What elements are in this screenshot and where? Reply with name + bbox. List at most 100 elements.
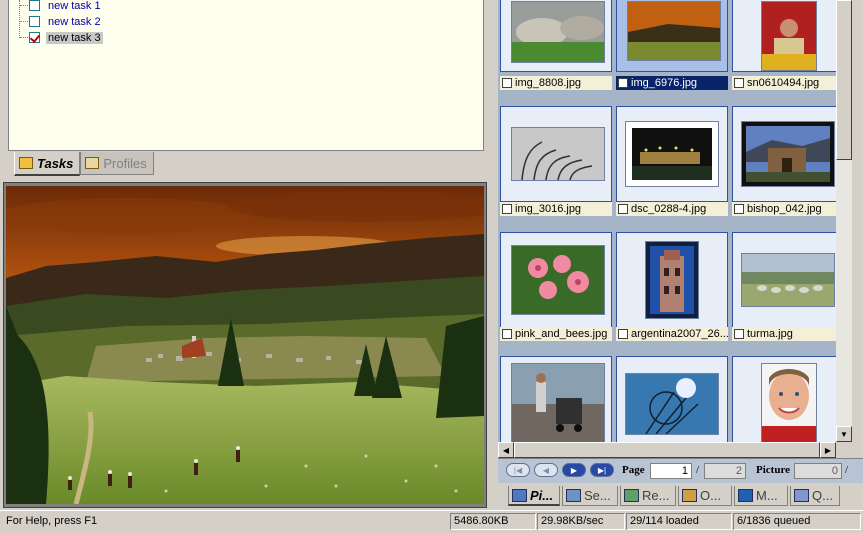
- tab-options[interactable]: O...: [678, 486, 732, 506]
- first-page-icon[interactable]: |◀: [506, 463, 530, 477]
- scroll-down-icon[interactable]: ▼: [836, 426, 852, 442]
- prev-page-icon[interactable]: ◀: [534, 463, 558, 477]
- thumbnail-checkbox[interactable]: [618, 329, 628, 339]
- thumbnail-checkbox[interactable]: [502, 329, 512, 339]
- thumbnail[interactable]: [500, 106, 612, 202]
- thumbnail-checkbox[interactable]: [618, 78, 628, 88]
- task-tree: new task 1 new task 2 new task 3: [8, 0, 484, 151]
- page-total-field: 2: [704, 463, 746, 479]
- thumbnail-image: [625, 373, 719, 435]
- thumbnail[interactable]: [616, 106, 728, 202]
- vertical-scrollbar[interactable]: ▼: [836, 0, 852, 442]
- thumbnail-name: pink_and_bees.jpg: [515, 328, 608, 340]
- task-label: new task 3: [46, 31, 103, 44]
- thumbnail-checkbox[interactable]: [734, 329, 744, 339]
- thumbnail-image: [645, 241, 699, 319]
- task-panel: new task 1 new task 2 new task 3 Tasks P…: [0, 0, 488, 178]
- thumbnail[interactable]: [732, 106, 836, 202]
- left-tab-strip: Tasks Profiles: [14, 152, 154, 176]
- thumbnail-name: turma.jpg: [747, 328, 793, 340]
- thumbnail-grid: img_8808.jpg img_6976.jpg sn0610494.jpg …: [498, 0, 836, 442]
- thumbnail[interactable]: [500, 356, 612, 442]
- scrollbar-thumb[interactable]: [514, 442, 820, 458]
- thumbnail-image: [741, 253, 835, 307]
- tab-label: O...: [700, 488, 721, 503]
- tree-connector: [20, 5, 28, 6]
- page-label: Page: [622, 464, 645, 476]
- tree-connector: [20, 21, 28, 22]
- tab-queue[interactable]: Q...: [790, 486, 840, 506]
- tab-profiles[interactable]: Profiles: [80, 152, 154, 175]
- thumbnail-name: bishop_042.jpg: [747, 203, 822, 215]
- splitter[interactable]: [488, 0, 498, 510]
- thumbnail-checkbox[interactable]: [502, 78, 512, 88]
- panel-edge: [852, 0, 863, 458]
- task-item[interactable]: new task 3: [29, 30, 103, 45]
- task-checkbox[interactable]: [29, 16, 40, 27]
- scrollbar-thumb[interactable]: [836, 0, 852, 160]
- page-separator: /: [696, 464, 700, 476]
- picture-field: 0: [794, 463, 842, 479]
- thumbnail-checkbox[interactable]: [618, 204, 628, 214]
- thumbnail-checkbox[interactable]: [502, 204, 512, 214]
- thumbnail[interactable]: [732, 356, 836, 442]
- pictures-icon: [512, 488, 527, 502]
- thumbnail[interactable]: [616, 356, 728, 442]
- monitor-icon: [738, 489, 753, 502]
- tab-label: Re...: [642, 488, 670, 503]
- thumbnail-caption[interactable]: bishop_042.jpg: [732, 202, 836, 216]
- task-label: new task 1: [48, 0, 101, 12]
- thumbnail-caption[interactable]: sn0610494.jpg: [732, 76, 836, 90]
- thumbnail-caption[interactable]: turma.jpg: [732, 327, 836, 341]
- tab-tasks[interactable]: Tasks: [14, 152, 81, 176]
- thumbnail[interactable]: [732, 0, 836, 72]
- gear-icon: [682, 489, 697, 502]
- thumbnail-caption[interactable]: img_6976.jpg: [616, 76, 728, 90]
- thumbnail-checkbox[interactable]: [734, 204, 744, 214]
- next-page-icon[interactable]: ▶: [562, 463, 586, 477]
- task-item[interactable]: new task 1: [29, 0, 103, 13]
- thumbnail-name: img_6976.jpg: [631, 77, 698, 89]
- thumbnail-checkbox[interactable]: [734, 78, 744, 88]
- thumbnail-image: [511, 363, 605, 442]
- bottom-tab-strip: Pi... Se... Re... O... M... Q...: [498, 484, 863, 510]
- thumbnail-caption[interactable]: img_8808.jpg: [500, 76, 612, 90]
- folder-open-icon: [19, 157, 33, 169]
- tab-results[interactable]: Re...: [620, 486, 676, 506]
- thumbnail[interactable]: [732, 232, 836, 328]
- tab-search[interactable]: Se...: [562, 486, 618, 506]
- thumbnail-caption[interactable]: argentina2007_26...: [616, 327, 728, 341]
- task-checkbox[interactable]: [29, 32, 40, 43]
- thumbnail-image: [741, 121, 835, 187]
- preview-image[interactable]: [6, 186, 484, 504]
- thumbnail-name: sn0610494.jpg: [747, 77, 820, 89]
- thumbnail[interactable]: [616, 0, 728, 72]
- thumbnail-image: [511, 127, 605, 181]
- status-help-text: For Help, press F1: [6, 515, 98, 527]
- last-page-icon[interactable]: ▶|: [590, 463, 614, 477]
- thumbnail-caption[interactable]: dsc_0288-4.jpg: [616, 202, 728, 216]
- tab-monitor[interactable]: M...: [734, 486, 788, 506]
- tab-label: Q...: [812, 488, 833, 503]
- horizontal-scrollbar[interactable]: ◀ ▶: [498, 442, 836, 458]
- task-label: new task 2: [48, 15, 101, 28]
- thumbnail-image: [511, 1, 605, 63]
- task-checkbox[interactable]: [29, 0, 40, 11]
- thumbnail-caption[interactable]: pink_and_bees.jpg: [500, 327, 612, 341]
- scroll-left-icon[interactable]: ◀: [498, 442, 514, 458]
- thumbnail-caption[interactable]: img_3016.jpg: [500, 202, 612, 216]
- tab-pictures[interactable]: Pi...: [508, 486, 560, 506]
- thumbnail[interactable]: [500, 232, 612, 328]
- thumbnail-image: [625, 121, 719, 187]
- tab-label: Profiles: [103, 155, 147, 171]
- queue-icon: [794, 489, 809, 502]
- status-size: 5486.80KB: [450, 513, 536, 530]
- thumbnail-image: [511, 245, 605, 315]
- thumbnail[interactable]: [500, 0, 612, 72]
- scroll-right-icon[interactable]: ▶: [820, 442, 836, 458]
- thumbnail-name: img_3016.jpg: [515, 203, 582, 215]
- thumbnail[interactable]: [616, 232, 728, 328]
- task-item[interactable]: new task 2: [29, 14, 103, 29]
- page-current-input[interactable]: 1: [650, 463, 692, 479]
- results-icon: [624, 489, 639, 502]
